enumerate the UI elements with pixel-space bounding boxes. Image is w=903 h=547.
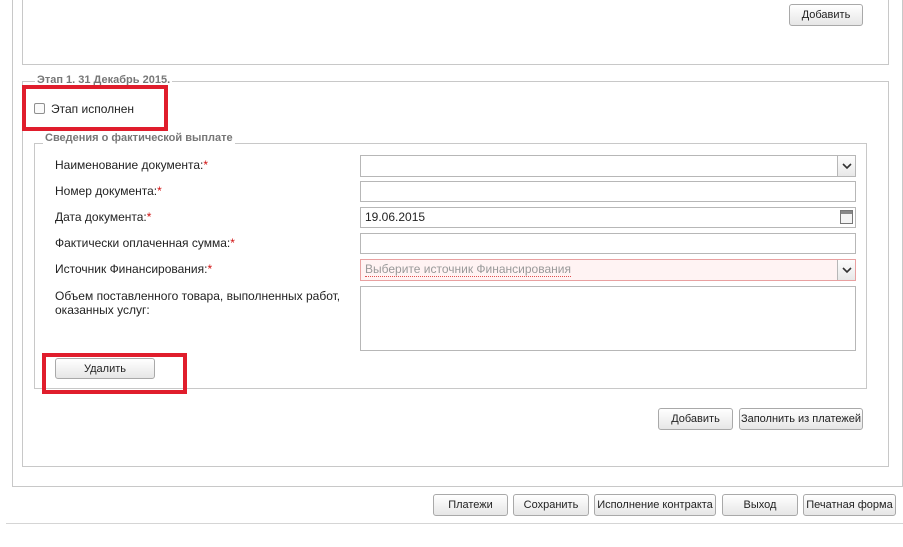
funding-source-select[interactable]: Выберите источник Финансирования [360, 259, 856, 281]
doc-name-select[interactable] [360, 155, 856, 177]
highlight-box-delete [42, 353, 187, 394]
stage-add-button[interactable]: Добавить [658, 408, 733, 430]
contract-execution-button[interactable]: Исполнение контракта [594, 494, 716, 516]
doc-name-label: Наименование документа:* [55, 158, 209, 172]
print-form-button[interactable]: Печатная форма [803, 494, 896, 516]
save-button[interactable]: Сохранить [513, 494, 589, 516]
volume-label: Объем поставленного товара, выполненных … [55, 289, 341, 317]
funding-source-label: Источник Финансирования:* [55, 262, 213, 276]
doc-date-input[interactable]: 19.06.2015 [360, 207, 856, 228]
chevron-down-icon [842, 163, 852, 170]
doc-number-label: Номер документа:* [55, 184, 162, 198]
exit-button[interactable]: Выход [722, 494, 798, 516]
highlight-box-checkbox [22, 85, 168, 131]
funding-source-dropdown-button[interactable] [837, 260, 855, 280]
doc-number-input[interactable] [360, 181, 856, 202]
calendar-icon-header [841, 211, 852, 214]
previous-stage-panel [22, 0, 889, 65]
doc-name-dropdown-button[interactable] [837, 156, 855, 176]
funding-source-placeholder: Выберите источник Финансирования [365, 262, 571, 277]
payments-button[interactable]: Платежи [433, 494, 508, 516]
volume-textarea[interactable] [360, 286, 856, 351]
payment-legend: Сведения о фактической выплате [43, 132, 235, 144]
paid-amount-input[interactable] [360, 233, 856, 254]
doc-date-label: Дата документа:* [55, 210, 152, 224]
chevron-down-icon [842, 267, 852, 274]
footer-separator [6, 523, 903, 524]
paid-amount-label: Фактически оплаченная сумма:* [55, 236, 235, 250]
top-add-button[interactable]: Добавить [789, 4, 863, 26]
fill-from-payments-button[interactable]: Заполнить из платежей [739, 408, 863, 430]
calendar-icon[interactable] [840, 210, 853, 224]
